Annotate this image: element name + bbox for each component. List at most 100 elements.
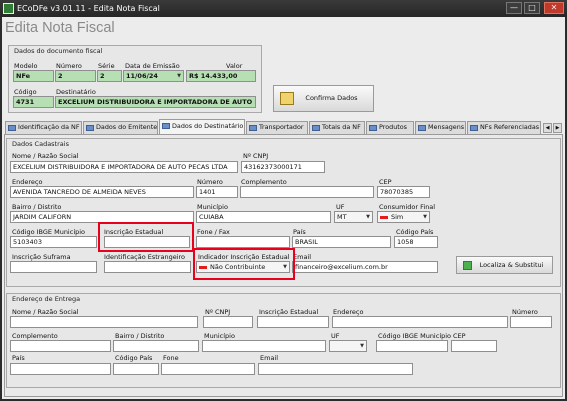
entrega-title: Endereço de Entrega — [12, 295, 81, 303]
endereco-field[interactable]: AVENIDA TANCREDO DE ALMEIDA NEVES — [10, 186, 194, 198]
tab-label: Transportador — [259, 123, 304, 131]
tab-icon — [418, 125, 426, 131]
uf-value: MT — [337, 213, 347, 221]
cnpj-value: 43162373000171 — [244, 163, 302, 171]
tab-emitente[interactable]: Dados do Emitente — [83, 121, 158, 134]
suframa-field[interactable] — [10, 261, 97, 273]
ent-nome-field[interactable] — [10, 316, 198, 328]
ent-codigo-pais-field[interactable] — [113, 363, 159, 375]
tab-icon — [312, 125, 320, 131]
uf-select[interactable]: MT ▼ — [334, 211, 373, 223]
ent-cep-field[interactable] — [451, 340, 497, 352]
ent-nome-label: Nome / Razão Social — [12, 308, 79, 316]
ent-complemento-field[interactable] — [10, 340, 111, 352]
tab-produtos[interactable]: Produtos — [366, 121, 414, 134]
tab-destinatario[interactable]: Dados do Destinatário — [159, 119, 245, 134]
confirma-dados-button[interactable]: Confirma Dados — [273, 85, 374, 112]
destinatario-field[interactable]: EXCELIUM DISTRIBUIDORA E IMPORTADORA DE … — [55, 96, 256, 108]
codigo-label: Código — [14, 88, 37, 96]
fone-label: Fone / Fax — [197, 228, 230, 236]
ent-ibge-field[interactable] — [376, 340, 448, 352]
cep-label: CEP — [379, 178, 392, 186]
ent-uf-select[interactable]: ▼ — [329, 340, 367, 352]
tab-scroll-right[interactable]: ▶ — [553, 123, 562, 133]
ent-municipio-field[interactable] — [202, 340, 326, 352]
data-field[interactable]: 11/06/24 ▼ — [123, 70, 184, 82]
nome-value: EXCELIUM DISTRIBUIDORA E IMPORTADORA DE … — [13, 163, 228, 171]
ent-complemento-label: Complemento — [12, 332, 58, 340]
ent-ie-field[interactable] — [257, 316, 329, 328]
valor-label: Valor — [226, 62, 243, 70]
page-title: Edita Nota Fiscal — [5, 20, 115, 36]
ent-ibge-label: Código IBGE Município — [378, 332, 452, 340]
chevron-down-icon: ▼ — [423, 214, 427, 220]
pais-label: País — [293, 228, 306, 236]
ent-numero-field[interactable] — [510, 316, 552, 328]
ent-bairro-label: Bairro / Distrito — [115, 332, 165, 340]
id-estrangeiro-label: Identificação Estrangeiro — [104, 253, 186, 261]
municipio-field[interactable]: CUIABA — [196, 211, 331, 223]
ent-pais-field[interactable] — [10, 363, 111, 375]
email-label: Email — [293, 253, 312, 261]
codigo-pais-value: 1058 — [397, 238, 414, 246]
numero-dest-label: Número — [197, 178, 223, 186]
localiza-substitui-button[interactable]: Localiza & Substitui — [456, 256, 553, 274]
ent-bairro-field[interactable] — [113, 340, 199, 352]
numero-dest-field[interactable]: 1401 — [196, 186, 238, 198]
app-icon — [3, 3, 14, 14]
codigo-pais-field[interactable]: 1058 — [394, 236, 438, 248]
tab-label: NFs Referenciadas — [480, 123, 540, 131]
serie-field[interactable]: 2 — [97, 70, 122, 82]
ent-cnpj-field[interactable] — [203, 316, 253, 328]
destinatario-label: Destinatário — [56, 88, 96, 96]
email-field[interactable]: financeiro@excelium.com.br — [292, 261, 438, 273]
tab-transportador[interactable]: Transportador — [246, 121, 308, 134]
modelo-label: Modelo — [14, 62, 38, 70]
tab-totais[interactable]: Totais da NF — [309, 121, 365, 134]
ent-endereco-field[interactable] — [332, 316, 508, 328]
tab-identificacao[interactable]: Identificação da NF — [5, 121, 82, 134]
complemento-field[interactable] — [240, 186, 374, 198]
fone-field[interactable] — [196, 236, 290, 248]
id-estrangeiro-field[interactable] — [104, 261, 191, 273]
ent-email-field[interactable] — [258, 363, 413, 375]
modelo-field[interactable]: NFe — [13, 70, 54, 82]
tab-nfs-referenciadas[interactable]: NFs Referenciadas — [467, 121, 541, 134]
pais-field[interactable]: BRASIL — [292, 236, 391, 248]
valor-field[interactable]: R$ 14.433,00 — [186, 70, 256, 82]
municipio-label: Município — [197, 203, 228, 211]
nome-field[interactable]: EXCELIUM DISTRIBUIDORA E IMPORTADORA DE … — [10, 161, 238, 173]
chevron-down-icon: ▼ — [366, 214, 370, 220]
modelo-value: NFe — [16, 72, 31, 80]
minimize-button[interactable]: — — [506, 2, 522, 14]
numero-value: 2 — [58, 72, 63, 80]
bairro-label: Bairro / Distrito — [12, 203, 62, 211]
numero-field[interactable]: 2 — [55, 70, 96, 82]
close-button[interactable]: ✕ — [544, 2, 564, 14]
tab-label: Totais da NF — [322, 123, 361, 131]
tab-scroll-left[interactable]: ◀ — [543, 123, 552, 133]
ent-fone-field[interactable] — [161, 363, 255, 375]
ibge-field[interactable]: 5103403 — [10, 236, 97, 248]
uf-label: UF — [336, 203, 345, 211]
serie-value: 2 — [100, 72, 105, 80]
tab-icon — [470, 125, 478, 131]
complemento-label: Complemento — [241, 178, 287, 186]
ent-codigo-pais-label: Código País — [115, 354, 153, 362]
chevron-down-icon: ▼ — [177, 73, 181, 79]
endereco-label: Endereço — [12, 178, 43, 186]
tab-label: Mensagens — [428, 123, 465, 131]
cnpj-field[interactable]: 43162373000171 — [241, 161, 325, 173]
codigo-field[interactable]: 4731 — [13, 96, 54, 108]
consumidor-final-select[interactable]: Sim ▼ — [377, 211, 430, 223]
suframa-label: Inscrição Suframa — [12, 253, 71, 261]
maximize-button[interactable]: □ — [524, 2, 540, 14]
endereco-value: AVENIDA TANCREDO DE ALMEIDA NEVES — [13, 188, 146, 196]
cep-field[interactable]: 78070385 — [377, 186, 430, 198]
cnpj-label: Nº CNPJ — [243, 152, 269, 160]
confirma-dados-label: Confirma Dados — [305, 94, 358, 102]
serie-label: Série — [98, 62, 115, 70]
red-flag-icon — [380, 215, 388, 219]
tab-icon — [86, 125, 94, 131]
tab-mensagens[interactable]: Mensagens — [415, 121, 466, 134]
